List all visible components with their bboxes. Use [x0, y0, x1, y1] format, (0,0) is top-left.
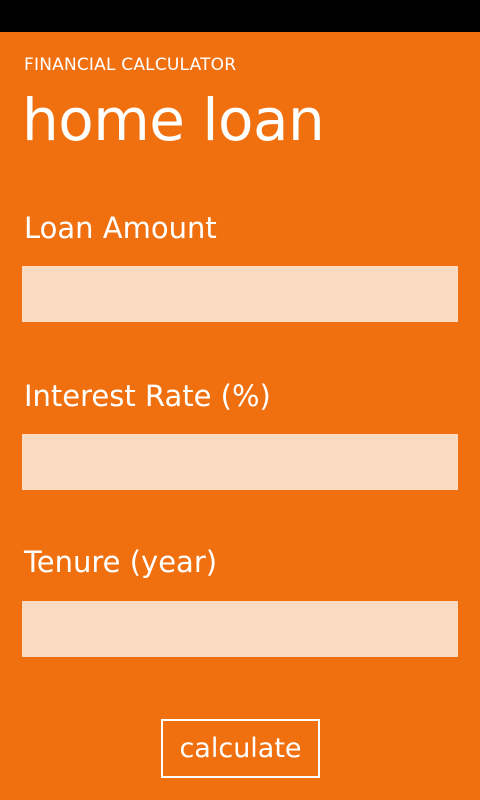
- interest-rate-input[interactable]: [22, 434, 458, 490]
- calculate-button[interactable]: calculate: [161, 719, 320, 778]
- loan-amount-label: Loan Amount: [24, 211, 217, 245]
- tenure-label: Tenure (year): [24, 545, 218, 579]
- page-title: home loan: [22, 86, 325, 154]
- app-page: FINANCIAL CALCULATOR home loan Loan Amou…: [0, 32, 480, 800]
- interest-rate-label: Interest Rate (%): [24, 379, 271, 413]
- app-title: FINANCIAL CALCULATOR: [24, 55, 237, 75]
- status-bar: [0, 0, 480, 32]
- tenure-input[interactable]: [22, 601, 458, 657]
- loan-amount-input[interactable]: [22, 266, 458, 322]
